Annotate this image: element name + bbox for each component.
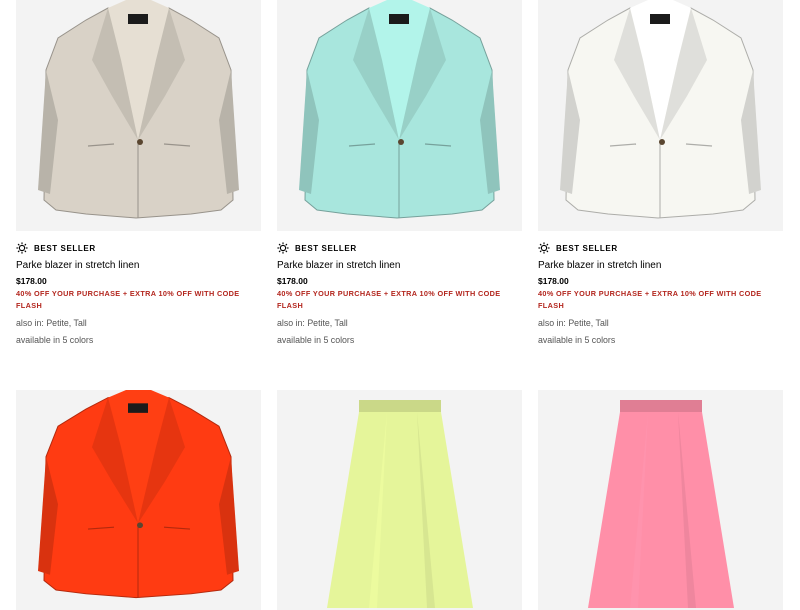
product-card[interactable] xyxy=(16,390,261,610)
badge-label: BEST SELLER xyxy=(295,243,357,253)
product-name-link[interactable]: Parke blazer in stretch linen xyxy=(277,259,522,272)
product-image[interactable] xyxy=(16,0,261,231)
product-card[interactable] xyxy=(277,390,522,610)
product-card[interactable]: BEST SELLER Parke blazer in stretch line… xyxy=(277,0,522,346)
also-in-sizes[interactable]: also in: Petite, Tall xyxy=(538,317,783,329)
product-info: BEST SELLER Parke blazer in stretch line… xyxy=(538,231,783,346)
product-image[interactable] xyxy=(277,390,522,610)
sun-icon xyxy=(277,242,289,254)
product-price: $178.00 xyxy=(277,276,308,286)
product-name-link[interactable]: Parke blazer in stretch linen xyxy=(16,259,261,272)
best-seller-badge: BEST SELLER xyxy=(16,241,261,255)
sun-icon xyxy=(538,242,550,254)
skirt-body xyxy=(327,412,473,608)
badge-label: BEST SELLER xyxy=(556,243,618,253)
promo-text: 40% OFF YOUR PURCHASE + EXTRA 10% OFF WI… xyxy=(277,289,501,310)
promo-text: 40% OFF YOUR PURCHASE + EXTRA 10% OFF WI… xyxy=(16,289,240,310)
product-image[interactable] xyxy=(538,390,783,610)
best-seller-badge: BEST SELLER xyxy=(277,241,522,255)
badge-label: BEST SELLER xyxy=(34,243,96,253)
product-grid: BEST SELLER Parke blazer in stretch line… xyxy=(0,0,800,610)
product-info: BEST SELLER Parke blazer in stretch line… xyxy=(277,231,522,346)
promo-text: 40% OFF YOUR PURCHASE + EXTRA 10% OFF WI… xyxy=(538,289,762,310)
available-colors[interactable]: available in 5 colors xyxy=(538,334,783,346)
available-colors[interactable]: available in 5 colors xyxy=(277,334,522,346)
skirt-body xyxy=(588,412,734,608)
product-image[interactable] xyxy=(538,0,783,231)
product-image[interactable] xyxy=(277,0,522,231)
product-image[interactable] xyxy=(16,390,261,610)
also-in-sizes[interactable]: also in: Petite, Tall xyxy=(277,317,522,329)
best-seller-badge: BEST SELLER xyxy=(538,241,783,255)
product-card[interactable]: BEST SELLER Parke blazer in stretch line… xyxy=(538,0,783,346)
available-colors[interactable]: available in 5 colors xyxy=(16,334,261,346)
also-in-sizes[interactable]: also in: Petite, Tall xyxy=(16,317,261,329)
product-price: $178.00 xyxy=(538,276,569,286)
product-card[interactable] xyxy=(538,390,783,610)
product-info: BEST SELLER Parke blazer in stretch line… xyxy=(16,231,261,346)
product-card[interactable]: BEST SELLER Parke blazer in stretch line… xyxy=(16,0,261,346)
product-price: $178.00 xyxy=(16,276,47,286)
sun-icon xyxy=(16,242,28,254)
product-name-link[interactable]: Parke blazer in stretch linen xyxy=(538,259,783,272)
